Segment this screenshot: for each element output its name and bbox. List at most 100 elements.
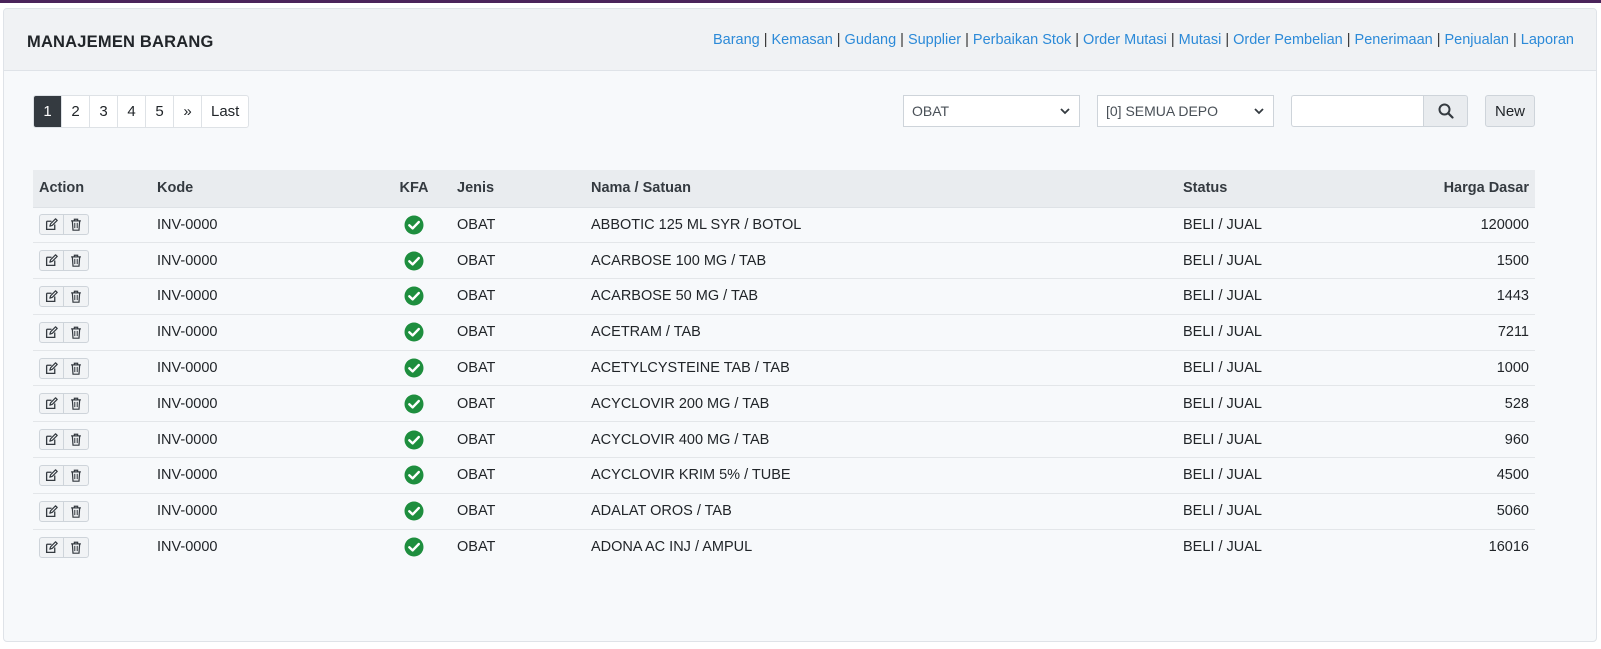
edit-button[interactable] (40, 358, 64, 378)
cell-nama: ACARBOSE 100 MG / TAB (585, 242, 1177, 279)
page-button-next[interactable]: » (174, 96, 202, 127)
column-header-harga: Harga Dasar (1427, 170, 1535, 208)
cell-nama: ACYCLOVIR KRIM 5% / TUBE (585, 457, 1177, 494)
edit-button[interactable] (40, 394, 64, 414)
cell-status: BELI / JUAL (1177, 349, 1427, 386)
nav-link-supplier[interactable]: Supplier (908, 32, 961, 48)
cell-kfa (377, 457, 451, 494)
cell-kode: INV-0000 (151, 421, 377, 458)
cell-action (33, 278, 151, 315)
cell-action (33, 385, 151, 422)
nav-link-perbaikan-stok[interactable]: Perbaikan Stok (973, 32, 1071, 48)
nav-separator: | (763, 32, 768, 48)
cell-harga: 120000 (1480, 216, 1529, 233)
cell-kode: INV-0000 (151, 313, 377, 351)
nav-link-order-pembelian[interactable]: Order Pembelian (1233, 32, 1343, 48)
edit-button[interactable] (40, 501, 64, 521)
check-circle-icon (404, 394, 424, 414)
edit-button[interactable] (40, 286, 64, 306)
items-table: Action Kode KFA Jenis Nama / Satuan Stat… (33, 170, 1535, 565)
column-header-status: Status (1177, 170, 1427, 208)
nav-link-penerimaan[interactable]: Penerimaan (1355, 32, 1433, 48)
cell-harga: 960 (1427, 421, 1535, 458)
nav-link-penjualan[interactable]: Penjualan (1445, 32, 1510, 48)
nav-separator: | (1075, 32, 1080, 48)
table-row: INV-0000 OBAT ACYCLOVIR 200 MG / TAB BELI /… (33, 385, 1535, 422)
cell-action (33, 457, 151, 494)
top-accent-bar (0, 0, 1601, 3)
edit-button[interactable] (40, 215, 64, 235)
edit-button[interactable] (40, 465, 64, 485)
cell-kode: INV-0000 (151, 492, 377, 530)
panel-header: MANAJEMEN BARANG Barang | Kemasan | Gudang | S… (4, 9, 1596, 71)
cell-nama: ACARBOSE 50 MG / TAB (585, 278, 1177, 315)
edit-icon (45, 397, 58, 410)
cell-kode: INV-0000 (151, 457, 377, 494)
page-button-5[interactable]: 5 (146, 96, 174, 127)
delete-button[interactable] (64, 287, 88, 306)
cell-kode: INV-0000 (151, 528, 377, 565)
delete-button[interactable] (64, 502, 88, 521)
row-actions (39, 285, 89, 307)
edit-button[interactable] (40, 537, 64, 557)
nav-link-order-mutasi[interactable]: Order Mutasi (1083, 32, 1167, 48)
table-row: INV-0000 OBAT ACARBOSE 50 MG / TAB BELI / J… (33, 278, 1535, 315)
cell-jenis: OBAT (451, 457, 585, 494)
page-button-2[interactable]: 2 (62, 96, 90, 127)
cell-jenis: OBAT (451, 421, 585, 458)
edit-icon (45, 361, 58, 375)
delete-button[interactable] (64, 466, 88, 485)
delete-button[interactable] (64, 538, 88, 557)
cell-status: BELI / JUAL (1177, 421, 1427, 458)
page-button-3[interactable]: 3 (90, 96, 118, 127)
edit-button[interactable] (40, 322, 64, 342)
nav-link-laporan[interactable]: Laporan (1521, 32, 1574, 48)
cell-status: BELI / JUAL (1177, 528, 1427, 565)
depo-select[interactable]: [0] SEMUA DEPO (1097, 95, 1274, 127)
search-input[interactable] (1291, 95, 1423, 127)
delete-button[interactable] (64, 323, 88, 342)
cell-harga: 528 (1427, 385, 1535, 422)
table-row: INV-0000 OBAT ACYCLOVIR 400 MG / TAB BELI /… (33, 421, 1535, 458)
cell-kfa (377, 421, 451, 458)
cell-jenis: OBAT (451, 385, 585, 422)
page-button-4[interactable]: 4 (118, 96, 146, 127)
row-actions (39, 214, 89, 236)
cell-status: BELI / JUAL (1177, 313, 1427, 351)
table-body: INV-0000 OBAT ABBOTIC 125 ML SYR / BOTOL BE… (33, 207, 1535, 565)
edit-button[interactable] (40, 251, 64, 271)
page-button-last[interactable]: Last (202, 96, 248, 127)
delete-button[interactable] (64, 394, 88, 413)
cell-harga: 16016 (1427, 528, 1535, 565)
table-row: INV-0000 OBAT ADONA AC INJ / AMPUL BELI / J… (33, 528, 1535, 565)
delete-button[interactable] (64, 215, 88, 234)
nav-link-barang[interactable]: Barang (713, 32, 760, 48)
nav-link-kemasan[interactable]: Kemasan (772, 32, 833, 48)
cell-harga: 1443 (1427, 278, 1535, 315)
new-button[interactable]: New (1485, 95, 1535, 127)
delete-button[interactable] (64, 251, 88, 270)
edit-button[interactable] (40, 430, 64, 450)
delete-button[interactable] (64, 359, 88, 378)
cell-nama: ADONA AC INJ / AMPUL (585, 528, 1177, 565)
search-icon (1438, 103, 1454, 119)
column-header-action: Action (33, 170, 151, 208)
cell-harga: 5060 (1427, 492, 1535, 530)
delete-button[interactable] (64, 430, 88, 449)
edit-icon (45, 469, 58, 482)
row-actions (39, 429, 89, 451)
cell-nama: ACYCLOVIR 400 MG / TAB (585, 421, 1177, 458)
row-actions (39, 321, 89, 343)
trash-icon (70, 469, 82, 482)
check-circle-icon (404, 537, 424, 557)
cell-kfa (377, 278, 451, 315)
search-button[interactable] (1423, 95, 1468, 127)
nav-link-gudang[interactable]: Gudang (845, 32, 897, 48)
main-panel: MANAJEMEN BARANG Barang | Kemasan | Gudang | S… (3, 8, 1597, 642)
search-group (1291, 95, 1468, 127)
check-circle-icon (404, 358, 424, 378)
page-button-1[interactable]: 1 (34, 96, 62, 127)
check-circle-icon (404, 430, 424, 450)
nav-link-mutasi[interactable]: Mutasi (1179, 32, 1222, 48)
type-select[interactable]: OBAT (903, 95, 1080, 127)
